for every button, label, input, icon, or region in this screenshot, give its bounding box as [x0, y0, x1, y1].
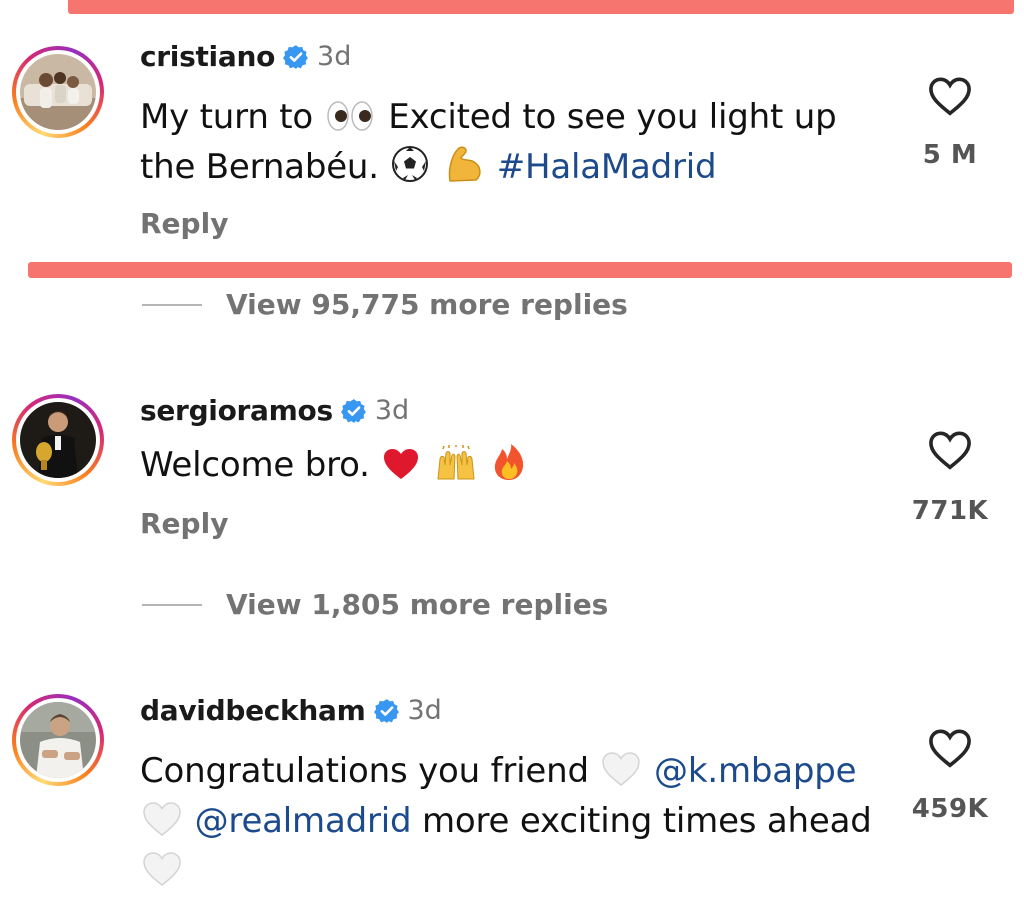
mention-link[interactable]: @k.mbappe [654, 751, 857, 791]
white-heart-emoji [602, 752, 641, 786]
avatar-sergioramos[interactable] [12, 394, 104, 486]
timestamp: 3d [374, 395, 410, 426]
username[interactable]: sergioramos [140, 394, 333, 427]
view-replies-cristiano[interactable]: View 95,775 more replies [142, 288, 628, 321]
comment-text-cristiano: My turn to Excited to see you light up t… [140, 97, 837, 187]
comment-header-cristiano: cristiano 3d [140, 40, 351, 73]
flexed-biceps-emoji [448, 146, 481, 182]
verified-badge-icon [373, 698, 399, 723]
reply-button[interactable]: Reply [140, 207, 228, 240]
divider-line [142, 303, 202, 306]
raising-hands-emoji [437, 445, 475, 480]
timestamp: 3d [407, 695, 442, 726]
heart-outline-icon[interactable] [928, 728, 972, 768]
heart-outline-icon[interactable] [928, 76, 972, 116]
like-count: 5 M [922, 140, 978, 170]
mention-link[interactable]: @realmadrid [195, 801, 412, 841]
verified-badge-icon [340, 398, 366, 423]
verified-badge-icon [283, 44, 308, 69]
white-heart-emoji [143, 802, 181, 836]
comment-text-davidbeckham: Congratulations you friend @k.mbappe @re… [140, 746, 872, 896]
white-heart-emoji [143, 852, 181, 886]
highlight-bar-top [68, 0, 1014, 14]
comment-header-sergioramos: sergioramos 3d [140, 394, 409, 427]
heart-outline-icon[interactable] [928, 430, 972, 470]
comment-text-sergioramos: Welcome bro. [140, 440, 528, 490]
avatar-cristiano[interactable] [12, 46, 104, 138]
reply-button[interactable]: Reply [140, 507, 228, 540]
fire-emoji [494, 444, 523, 480]
view-replies-label[interactable]: View 1,805 more replies [226, 588, 608, 621]
timestamp: 3d [317, 41, 352, 72]
highlight-bar-middle [28, 262, 1012, 278]
view-replies-sergioramos[interactable]: View 1,805 more replies [142, 588, 608, 621]
username[interactable]: davidbeckham [140, 694, 366, 727]
avatar-davidbeckham[interactable] [12, 694, 104, 786]
view-replies-label[interactable]: View 95,775 more replies [226, 288, 628, 321]
like-count: 459K [911, 794, 989, 824]
eyes-emoji [326, 101, 373, 131]
hashtag-link[interactable]: #HalaMadrid [497, 147, 717, 187]
like-count: 771K [911, 496, 989, 526]
red-heart-emoji [384, 449, 419, 479]
comment-header-davidbeckham: davidbeckham 3d [140, 694, 442, 727]
username[interactable]: cristiano [140, 40, 275, 73]
divider-line [142, 603, 202, 606]
soccer-ball-emoji [392, 146, 429, 182]
